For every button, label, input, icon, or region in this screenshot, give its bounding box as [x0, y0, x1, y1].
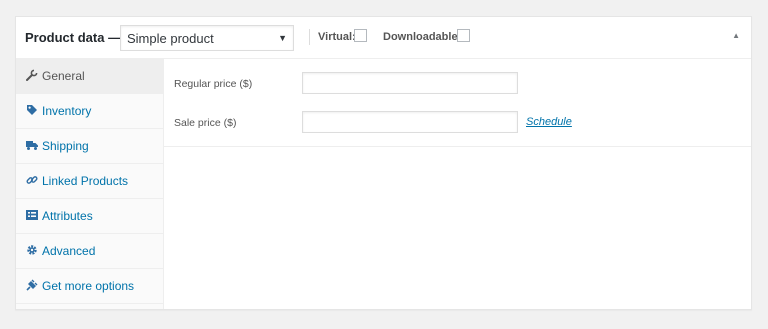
list-icon	[26, 209, 38, 221]
tab-label: Attributes	[42, 209, 93, 223]
tab-shipping[interactable]: Shipping	[16, 129, 163, 164]
truck-icon	[26, 139, 38, 151]
tab-label: Shipping	[42, 139, 89, 153]
product-data-header: Product data — Simple product ▼ Virtual:…	[16, 17, 751, 59]
tab-advanced[interactable]: Advanced	[16, 234, 163, 269]
tag-icon	[26, 104, 38, 116]
tab-linked-products[interactable]: Linked Products	[16, 164, 163, 199]
collapse-toggle-icon[interactable]: ▲	[732, 31, 740, 40]
gear-icon	[26, 244, 38, 256]
product-type-select[interactable]: Simple product ▼	[120, 25, 294, 51]
product-data-box: Product data — Simple product ▼ Virtual:…	[15, 16, 752, 310]
virtual-label: Virtual:	[318, 31, 356, 43]
link-icon	[26, 174, 38, 186]
product-type-value: Simple product	[127, 31, 214, 46]
product-data-tabs: General Inventory Shipping Linked Produc…	[16, 59, 164, 309]
chevron-down-icon: ▼	[278, 33, 287, 43]
virtual-checkbox[interactable]	[354, 29, 367, 42]
sale-price-label: Sale price ($)	[174, 117, 237, 129]
tab-label: Inventory	[42, 104, 92, 118]
wrench-icon	[26, 69, 38, 81]
plug-icon	[26, 279, 38, 291]
tab-label: Get more options	[42, 279, 135, 293]
header-divider	[309, 29, 310, 45]
schedule-link[interactable]: Schedule	[526, 116, 572, 128]
tab-label: General	[42, 69, 85, 83]
product-data-title: Product data —	[25, 30, 122, 45]
tab-attributes[interactable]: Attributes	[16, 199, 163, 234]
tab-get-more-options[interactable]: Get more options	[16, 269, 163, 304]
tab-label: Advanced	[42, 244, 96, 258]
tab-label: Linked Products	[42, 174, 129, 188]
regular-price-input[interactable]	[302, 72, 518, 94]
tab-inventory[interactable]: Inventory	[16, 94, 163, 129]
downloadable-checkbox[interactable]	[457, 29, 470, 42]
general-panel: Regular price ($) Sale price ($) Schedul…	[164, 59, 751, 147]
sale-price-input[interactable]	[302, 111, 518, 133]
downloadable-label: Downloadable:	[383, 31, 462, 43]
regular-price-label: Regular price ($)	[174, 78, 253, 90]
tab-general[interactable]: General	[16, 59, 163, 94]
